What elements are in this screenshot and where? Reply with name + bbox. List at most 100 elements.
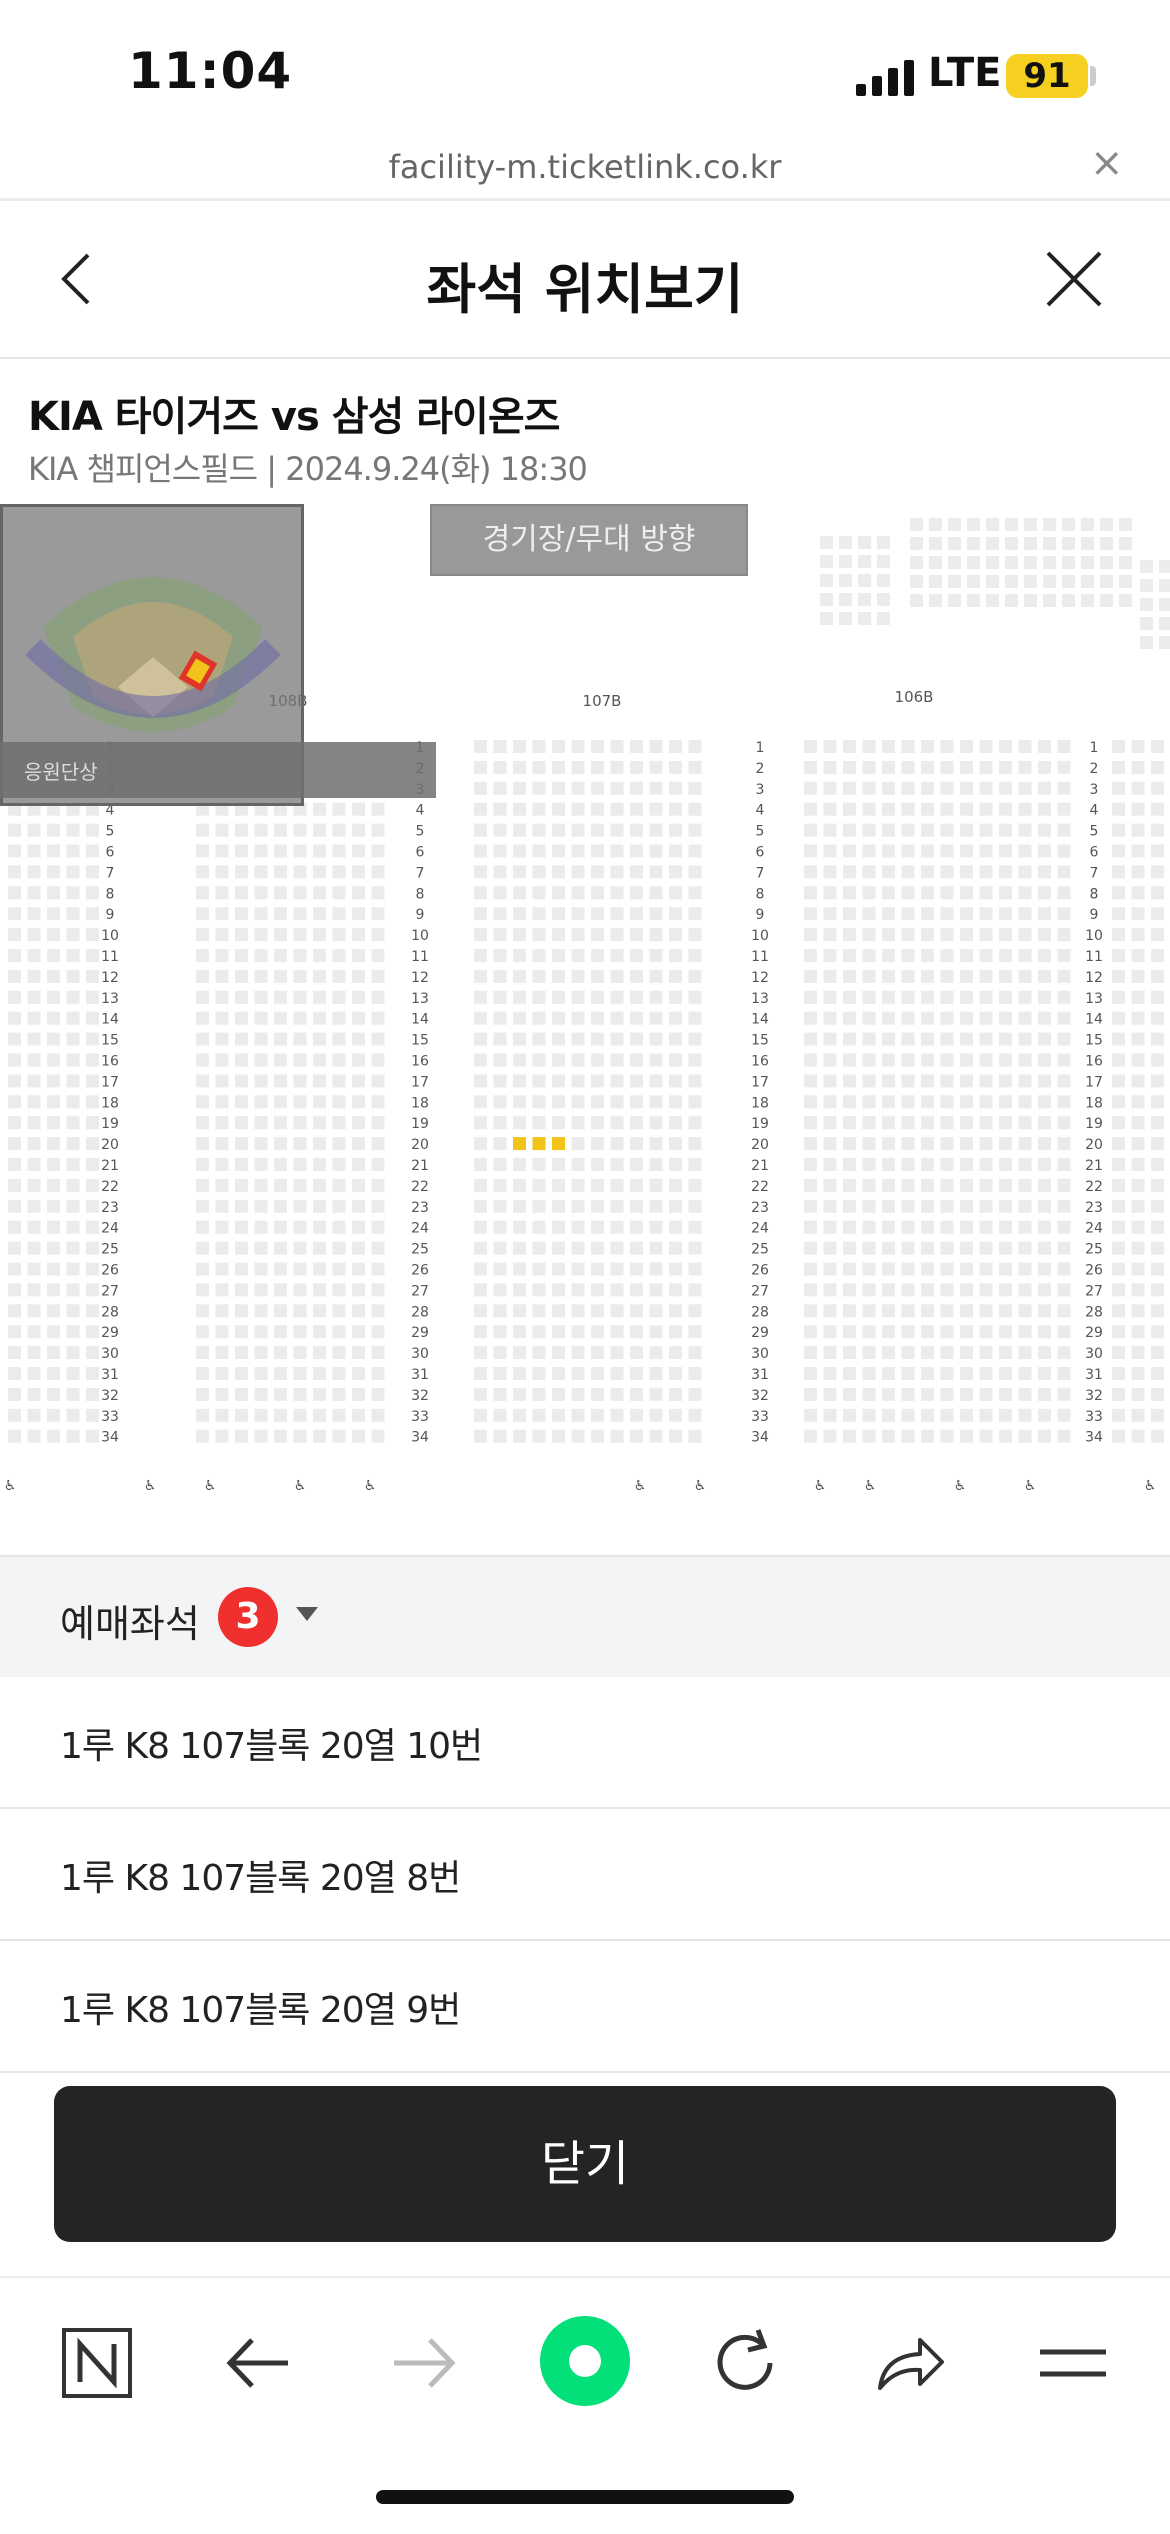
url-close-icon[interactable]: × bbox=[1090, 140, 1124, 186]
browser-url-bar[interactable]: facility-m.ticketlink.co.kr × bbox=[0, 140, 1170, 201]
seat bbox=[877, 555, 890, 568]
seat bbox=[688, 1220, 702, 1234]
seat bbox=[532, 1304, 546, 1318]
seat bbox=[1131, 1387, 1145, 1401]
seat bbox=[804, 928, 817, 942]
seat bbox=[630, 1408, 643, 1422]
seat bbox=[1018, 1304, 1032, 1318]
seat bbox=[86, 1241, 99, 1255]
seat-map[interactable]: 1111222233334444555566667777888899991010… bbox=[0, 500, 1170, 1555]
seat bbox=[196, 949, 209, 962]
caret-down-icon[interactable] bbox=[296, 1607, 318, 1621]
seat bbox=[254, 1158, 268, 1171]
seat bbox=[858, 612, 871, 625]
seat bbox=[8, 1387, 21, 1401]
row-number: 22 bbox=[1085, 1179, 1103, 1195]
seat bbox=[979, 886, 993, 900]
seat bbox=[27, 1220, 41, 1234]
row-number: 13 bbox=[751, 991, 769, 1007]
modal-header: 좌석 위치보기 bbox=[0, 201, 1170, 359]
naver-home-icon[interactable] bbox=[52, 2318, 142, 2408]
seat bbox=[999, 1199, 1012, 1213]
seat bbox=[332, 1199, 346, 1213]
menu-icon[interactable] bbox=[1028, 2318, 1118, 2408]
row-number: 14 bbox=[1085, 1012, 1103, 1028]
seat bbox=[215, 1095, 229, 1109]
seat bbox=[979, 1178, 993, 1192]
seat bbox=[66, 1325, 80, 1339]
refresh-icon[interactable] bbox=[700, 2318, 790, 2408]
seat bbox=[86, 1116, 99, 1130]
row-number: 15 bbox=[1085, 1033, 1103, 1049]
seat bbox=[999, 1262, 1012, 1276]
row-number: 28 bbox=[1085, 1304, 1103, 1320]
close-button[interactable]: 닫기 bbox=[54, 2086, 1116, 2242]
seat bbox=[688, 1408, 702, 1422]
seat bbox=[513, 740, 526, 753]
seat bbox=[8, 1346, 21, 1360]
seat bbox=[1112, 1241, 1125, 1255]
seat bbox=[571, 1137, 585, 1151]
seat bbox=[979, 844, 993, 858]
seat bbox=[371, 1158, 385, 1171]
seat bbox=[901, 1032, 915, 1046]
seat bbox=[882, 1283, 895, 1297]
seat bbox=[27, 907, 41, 921]
seat bbox=[591, 740, 604, 753]
seat bbox=[66, 1387, 80, 1401]
reserved-seat-text: 1루 K8 107블록 20열 9번 bbox=[60, 1990, 461, 2031]
seat bbox=[196, 1116, 209, 1130]
seat bbox=[960, 740, 973, 753]
seat bbox=[1018, 1325, 1032, 1339]
seat bbox=[929, 594, 942, 607]
row-number: 11 bbox=[751, 949, 769, 965]
seat bbox=[313, 802, 326, 816]
seat bbox=[371, 1178, 385, 1192]
seat bbox=[862, 781, 876, 795]
seat bbox=[474, 1283, 487, 1297]
seat bbox=[1112, 1429, 1125, 1443]
green-dot-icon[interactable] bbox=[538, 2314, 632, 2408]
seat bbox=[1151, 740, 1164, 753]
seat bbox=[901, 802, 915, 816]
seat bbox=[843, 1346, 856, 1360]
seat bbox=[313, 1095, 326, 1109]
seat bbox=[940, 1178, 954, 1192]
seat bbox=[804, 1283, 817, 1297]
seat bbox=[274, 1262, 287, 1276]
seat bbox=[332, 1158, 346, 1171]
seat bbox=[8, 844, 21, 858]
seat bbox=[532, 865, 546, 879]
seat bbox=[882, 1116, 895, 1130]
reserved-seats-label: 예매좌석 bbox=[60, 1602, 200, 1646]
close-icon[interactable] bbox=[1034, 239, 1114, 319]
seat bbox=[532, 1095, 546, 1109]
seat bbox=[66, 1074, 80, 1088]
reserved-seats-header[interactable]: 예매좌석 3 bbox=[0, 1555, 1170, 1679]
seat bbox=[1057, 1032, 1071, 1046]
seat bbox=[532, 1199, 546, 1213]
seat bbox=[843, 990, 856, 1004]
back-arrow-icon[interactable] bbox=[214, 2318, 304, 2408]
seat bbox=[940, 760, 954, 774]
row-number: 20 bbox=[411, 1137, 429, 1153]
seat bbox=[293, 928, 307, 942]
seat bbox=[254, 1116, 268, 1130]
seat bbox=[1112, 886, 1125, 900]
seat bbox=[901, 990, 915, 1004]
seat bbox=[571, 1095, 585, 1109]
row-number: 14 bbox=[101, 1012, 119, 1028]
seat bbox=[669, 949, 682, 962]
seat bbox=[882, 1387, 895, 1401]
seat bbox=[196, 1074, 209, 1088]
seat bbox=[1151, 823, 1164, 837]
seat bbox=[1151, 1074, 1164, 1088]
share-icon[interactable] bbox=[862, 2318, 952, 2408]
seat bbox=[47, 1408, 60, 1422]
seat bbox=[921, 1095, 934, 1109]
cheer-stage-bar: 응원단상 bbox=[0, 742, 436, 798]
seat bbox=[1018, 1095, 1032, 1109]
seat bbox=[1131, 1325, 1145, 1339]
seat bbox=[474, 740, 487, 753]
seat bbox=[882, 1367, 895, 1380]
